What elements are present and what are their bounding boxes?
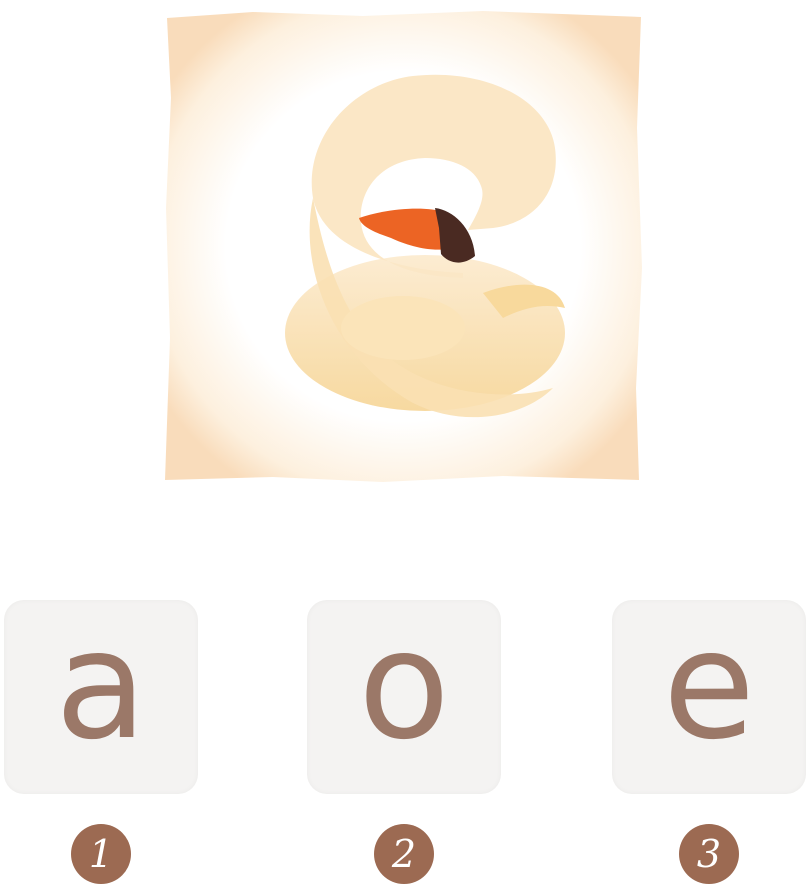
option-o[interactable]: o 2	[307, 600, 501, 884]
swan-picture	[165, 11, 642, 482]
option-a[interactable]: a 1	[4, 600, 198, 884]
answer-options: a 1 o 2 e 3	[0, 600, 810, 889]
option-number-badge: 2	[374, 824, 434, 884]
option-number-badge: 1	[71, 824, 131, 884]
option-number-badge: 3	[679, 824, 739, 884]
option-tile[interactable]: a	[4, 600, 198, 794]
option-letter: a	[55, 599, 147, 773]
option-letter: o	[358, 599, 450, 773]
option-e[interactable]: e 3	[612, 600, 806, 884]
option-letter: e	[662, 599, 756, 773]
swan-wing	[341, 296, 465, 360]
option-tile[interactable]: e	[612, 600, 806, 794]
picture-card	[163, 8, 645, 484]
option-tile[interactable]: o	[307, 600, 501, 794]
